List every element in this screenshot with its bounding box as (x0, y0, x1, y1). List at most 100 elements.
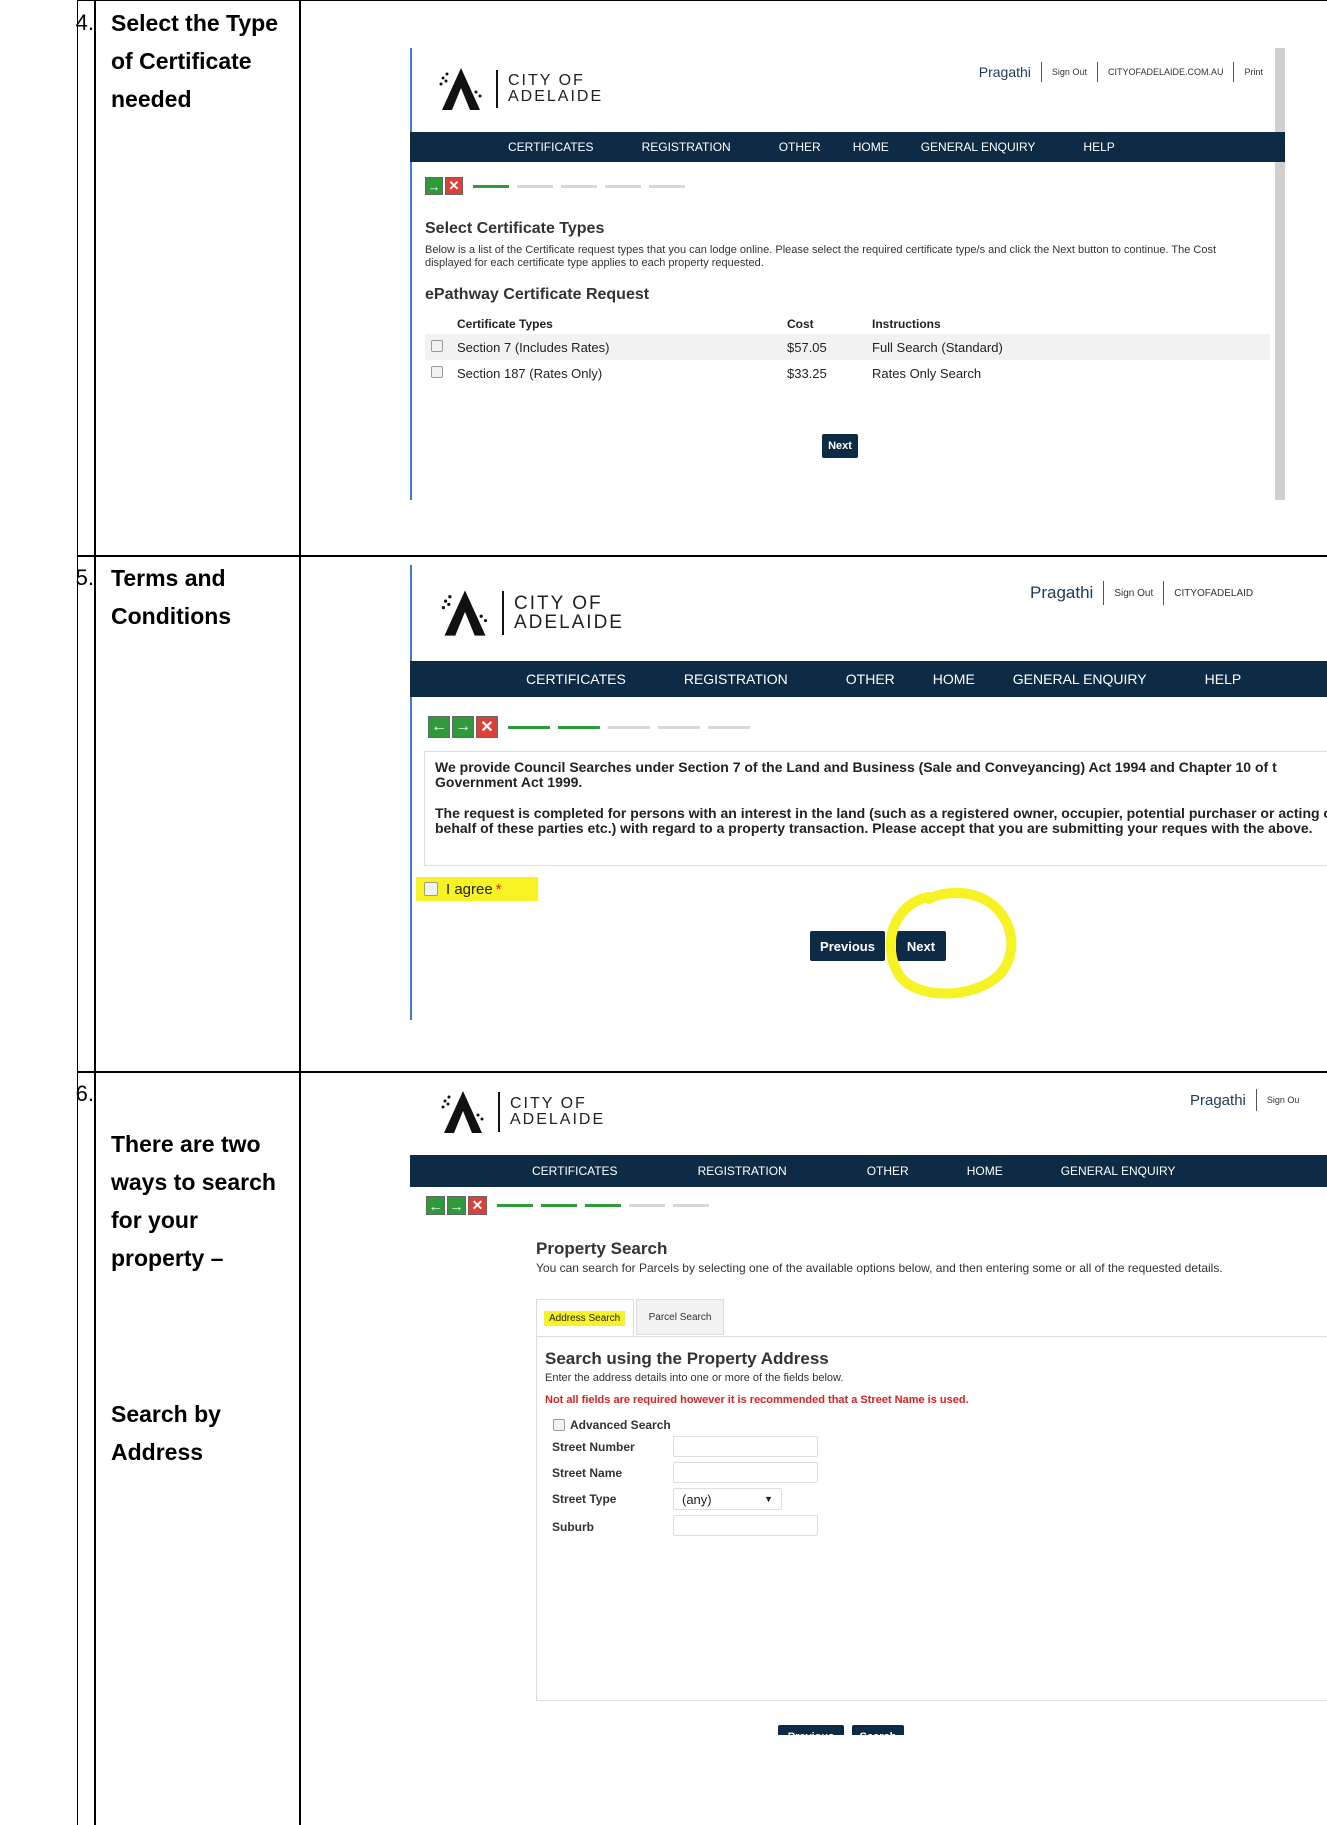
nav-registration[interactable]: REGISTRATION (684, 671, 788, 687)
nav-general-enquiry[interactable]: GENERAL ENQUIRY (1061, 1164, 1176, 1178)
cell-instructions: Rates Only Search (872, 365, 982, 381)
sign-out-link[interactable]: Sign Ou (1267, 1095, 1300, 1105)
cell-type: Section 187 (Rates Only) (457, 365, 603, 381)
next-arrow-icon[interactable]: → (447, 1196, 466, 1215)
next-arrow-icon[interactable]: → (452, 716, 474, 738)
nav-help[interactable]: HELP (1083, 140, 1114, 154)
search-button[interactable]: Search (852, 1725, 904, 1735)
user-links: Pragathi Sign Ou (1190, 1089, 1299, 1111)
close-icon[interactable]: ✕ (445, 177, 463, 195)
intro-text: Below is a list of the Certificate reque… (425, 244, 1217, 269)
row-checkbox[interactable] (431, 365, 443, 378)
wizard-progress: → ✕ (425, 177, 685, 195)
required-mark: * (495, 880, 502, 898)
site-link[interactable]: CITYOFADELAIDE.COM.AU (1108, 67, 1224, 77)
back-arrow-icon[interactable]: ← (428, 716, 450, 738)
step-number: 6. (75, 1081, 94, 1106)
suburb-input[interactable] (673, 1515, 818, 1536)
col-certificate-types: Certificate Types (457, 317, 553, 331)
user-name[interactable]: Pragathi (1190, 1092, 1246, 1109)
section-title: ePathway Certificate Request (425, 286, 650, 303)
main-nav: CERTIFICATES REGISTRATION OTHER HOME GEN… (410, 1155, 1327, 1187)
close-icon[interactable]: ✕ (468, 1196, 487, 1215)
nav-certificates[interactable]: CERTIFICATES (532, 1164, 618, 1178)
print-link[interactable]: Print (1244, 67, 1263, 77)
screenshot-property-search: CITY OF ADELAIDE Pragathi Sign Ou CERTIF… (410, 1075, 1327, 1735)
advanced-search-row[interactable]: Advanced Search (553, 1418, 671, 1432)
terms-para-2: The request is completed for persons wit… (435, 805, 1327, 836)
scrollbar[interactable] (1275, 48, 1285, 500)
step-title: Terms and Conditions (111, 565, 232, 629)
sign-out-link[interactable]: Sign Out (1114, 588, 1153, 599)
tab-address-search[interactable]: Address Search (536, 1299, 634, 1337)
nav-registration[interactable]: REGISTRATION (698, 1164, 787, 1178)
advanced-search-checkbox[interactable] (553, 1419, 565, 1431)
user-name[interactable]: Pragathi (1030, 583, 1093, 603)
step-number: 5. (75, 565, 94, 590)
street-number-input[interactable] (673, 1436, 818, 1457)
label-suburb: Suburb (552, 1520, 594, 1534)
nav-other[interactable]: OTHER (867, 1164, 909, 1178)
intro-text: You can search for Parcels by selecting … (536, 1261, 1223, 1275)
terms-box: We provide Council Searches under Sectio… (424, 751, 1327, 866)
grid-v3 (299, 0, 301, 1825)
user-links: Pragathi Sign Out CITYOFADELAID (1030, 581, 1253, 605)
nav-general-enquiry[interactable]: GENERAL ENQUIRY (921, 140, 1036, 154)
table-row[interactable]: Section 7 (Includes Rates) $57.05 Full S… (425, 334, 1270, 360)
street-name-input[interactable] (673, 1462, 818, 1483)
user-name[interactable]: Pragathi (979, 64, 1031, 80)
page-title: Property Search (536, 1239, 668, 1258)
brand-line2: ADELAIDE (510, 1111, 606, 1128)
nav-help[interactable]: HELP (1205, 671, 1242, 687)
wizard-progress: ← → ✕ (426, 1196, 709, 1215)
grid-h0 (77, 0, 1327, 1)
nav-other[interactable]: OTHER (846, 671, 895, 687)
nav-home[interactable]: HOME (853, 140, 889, 154)
row-checkbox[interactable] (431, 339, 443, 352)
cell-cost: $57.05 (787, 339, 827, 355)
grid-h1 (77, 555, 1327, 557)
nav-home[interactable]: HOME (933, 671, 975, 687)
dropdown-arrow-icon: ▼ (764, 1494, 773, 1504)
sign-out-link[interactable]: Sign Out (1052, 67, 1087, 77)
nav-registration[interactable]: REGISTRATION (642, 140, 731, 154)
col-instructions: Instructions (872, 317, 941, 331)
previous-button[interactable]: Previous (778, 1725, 844, 1735)
next-button[interactable]: Next (822, 434, 858, 458)
label-street-type: Street Type (552, 1492, 617, 1506)
page-title: Select Certificate Types (425, 220, 605, 237)
street-type-select[interactable]: (any) ▼ (673, 1488, 782, 1510)
brand-line2: ADELAIDE (508, 88, 604, 105)
close-icon[interactable]: ✕ (476, 716, 498, 738)
nav-certificates[interactable]: CERTIFICATES (526, 671, 626, 687)
cell-instructions: Full Search (Standard) (872, 339, 1003, 355)
cell-cost: $33.25 (787, 365, 827, 381)
section-title: Search using the Property Address (545, 1349, 829, 1368)
city-logo: CITY OF ADELAIDE (436, 64, 603, 114)
agree-checkbox[interactable] (424, 882, 438, 896)
tab-parcel-search[interactable]: Parcel Search (636, 1299, 724, 1335)
back-arrow-icon[interactable]: ← (426, 1196, 445, 1215)
nav-certificates[interactable]: CERTIFICATES (508, 140, 594, 154)
main-nav: CERTIFICATES REGISTRATION OTHER HOME GEN… (410, 132, 1285, 162)
step-number: 4. (75, 10, 94, 35)
table-row[interactable]: Section 187 (Rates Only) $33.25 Rates On… (425, 360, 1270, 386)
col-cost: Cost (787, 317, 814, 331)
agree-checkbox-row[interactable]: I agree * (416, 877, 538, 901)
nav-general-enquiry[interactable]: GENERAL ENQUIRY (1013, 671, 1147, 687)
grid-h2 (77, 1071, 1327, 1073)
adelaide-logo-icon (439, 68, 482, 110)
adelaide-logo-icon (441, 590, 488, 636)
label-street-name: Street Name (552, 1466, 623, 1480)
screenshot-certificate-types: CITY OF ADELAIDE Pragathi Sign Out CITYO… (410, 48, 1285, 500)
nav-home[interactable]: HOME (967, 1164, 1003, 1178)
next-arrow-icon[interactable]: → (425, 177, 443, 195)
site-link[interactable]: CITYOFADELAID (1174, 588, 1253, 599)
grid-v2 (94, 0, 96, 1825)
screenshot-terms: CITY OF ADELAIDE Pragathi Sign Out CITYO… (410, 565, 1327, 1020)
nav-other[interactable]: OTHER (779, 140, 821, 154)
street-type-value: (any) (682, 1491, 712, 1507)
table-header-row: Certificate Types Cost Instructions (425, 314, 1270, 334)
grid-v1 (77, 0, 78, 1825)
city-logo: CITY OF ADELAIDE (438, 585, 624, 641)
